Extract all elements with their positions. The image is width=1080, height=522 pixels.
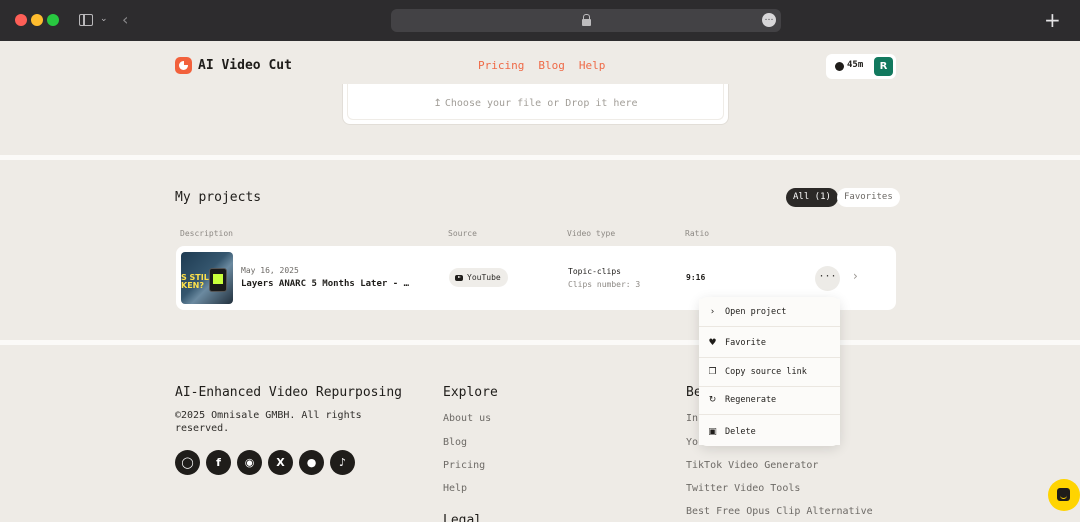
x-icon[interactable]: X [268,450,293,475]
main-nav: Pricing Blog Help [478,59,605,72]
upload-dropzone[interactable]: ↥ Choose your file or Drop it here [342,84,729,125]
discord-icon[interactable]: ● [299,450,324,475]
logo-icon [175,57,192,74]
footer-link-about[interactable]: About us [443,413,491,424]
youtube-icon [455,274,463,281]
reddit-icon[interactable]: ◉ [237,450,262,475]
tiktok-icon[interactable]: ♪ [330,450,355,475]
menu-item-favorite[interactable]: ♥ Favorite [699,330,840,356]
chat-widget-button[interactable] [1048,479,1080,511]
logo[interactable]: AI Video Cut [175,57,292,74]
footer-link-help[interactable]: Help [443,483,467,494]
menu-item-regenerate[interactable]: ↻ Regenerate [699,387,840,413]
browser-toolbar: ⌄ ‹ … + [0,0,1080,41]
menu-item-copy-source-link[interactable]: ❐ Copy source link [699,359,840,385]
close-window-button[interactable] [15,14,27,26]
instagram-icon[interactable]: ◯ [175,450,200,475]
column-header-source: Source [448,229,477,238]
footer-explore-heading: Explore [443,385,498,400]
column-header-video-type: Video type [567,229,616,238]
section-divider [0,340,1080,345]
trash-icon: ▣ [708,426,717,437]
maximize-window-button[interactable] [47,14,59,26]
menu-item-label: Copy source link [725,367,807,377]
source-badge: YouTube [449,268,508,287]
more-options-button[interactable]: ··· [815,266,840,291]
credits-value: 45m [847,60,864,70]
projects-title: My projects [175,190,262,205]
menu-item-label: Delete [725,427,756,437]
menu-item-label: Open project [725,307,787,317]
clock-icon [835,62,844,71]
sidebar-toggle-icon[interactable] [79,14,93,26]
footer-link-blog[interactable]: Blog [443,437,467,448]
avatar[interactable]: R [874,57,893,76]
footer-link-best-1[interactable]: In [686,413,698,424]
menu-item-open-project[interactable]: › Open project [699,299,840,325]
filter-favorites-button[interactable]: Favorites [837,188,900,207]
footer-legal-heading: Legal [443,513,483,522]
minimize-window-button[interactable] [31,14,43,26]
chevron-down-icon[interactable]: ⌄ [100,14,108,24]
ratio-value: 9:16 [686,273,706,282]
more-icon[interactable]: … [762,13,776,27]
filter-all-button[interactable]: All (1) [786,188,838,207]
address-bar[interactable]: … [391,9,781,32]
social-links: ◯ f ◉ X ● ♪ [175,450,355,475]
logo-text: AI Video Cut [198,58,292,73]
footer-link-pricing[interactable]: Pricing [443,460,485,471]
footer-link-opus-alternative[interactable]: Best Free Opus Clip Alternative [686,506,873,517]
facebook-icon[interactable]: f [206,450,231,475]
clips-number: Clips number: 3 [568,280,641,289]
project-thumbnail: S STILL KEN? [181,252,233,304]
menu-item-label: Favorite [725,338,766,348]
menu-item-delete[interactable]: ▣ Delete [699,419,840,445]
video-type: Topic-clips [568,267,621,276]
menu-item-label: Regenerate [725,395,777,405]
footer-link-tiktok-generator[interactable]: TikTok Video Generator [686,460,818,471]
nav-pricing[interactable]: Pricing [478,59,524,72]
footer-title: AI-Enhanced Video Repurposing [175,385,402,400]
section-divider [0,155,1080,160]
back-arrow-icon[interactable]: ‹ [122,10,128,29]
project-title: Layers ANARC 5 Months Later - Still Wort… [241,279,413,289]
column-header-ratio: Ratio [685,229,710,238]
credits-badge[interactable]: 45m R [826,54,896,79]
project-context-menu: › Open project ♥ Favorite ❐ Copy source … [699,297,840,446]
footer-link-twitter-tools[interactable]: Twitter Video Tools [686,483,800,494]
nav-blog[interactable]: Blog [538,59,565,72]
upload-label: Choose your file or Drop it here [444,98,638,109]
lock-icon [582,14,591,26]
project-date: May 16, 2025 [241,266,299,275]
new-tab-icon[interactable]: + [1044,8,1061,32]
column-header-description: Description [180,229,233,238]
footer-copyright: ©2025 Omnisale GMBH. All rights reserved… [175,410,362,434]
chevron-right-icon[interactable]: › [853,269,858,283]
nav-help[interactable]: Help [579,59,606,72]
chevron-right-icon: › [710,306,715,317]
refresh-icon: ↻ [708,394,717,405]
upload-icon: ↥ [433,98,442,109]
copy-icon: ❐ [708,366,717,377]
heart-icon: ♥ [708,337,717,348]
source-label: YouTube [467,273,501,282]
